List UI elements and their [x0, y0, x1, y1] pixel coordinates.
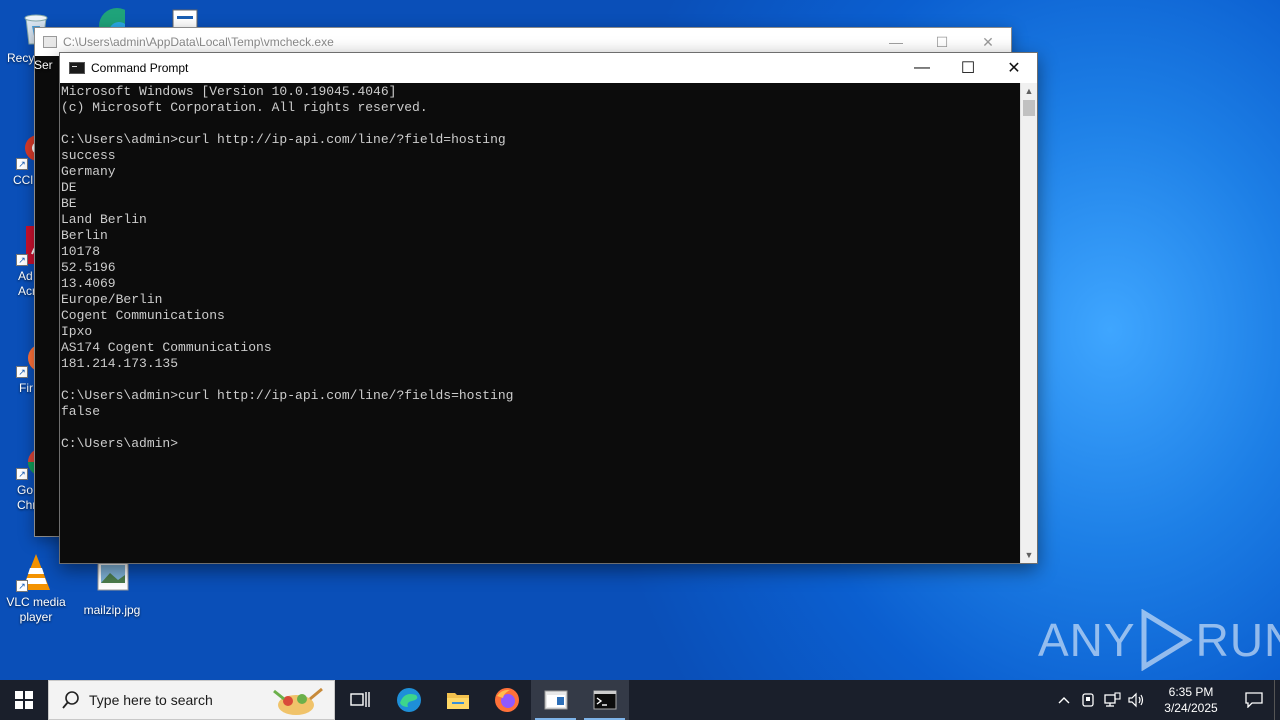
scroll-up-icon[interactable]: ▲	[1021, 83, 1037, 99]
command-prompt-title: Command Prompt	[91, 61, 189, 75]
file-explorer-icon	[446, 693, 469, 709]
console-line: C:\Users\admin>curl http://ip-api.com/li…	[61, 132, 506, 147]
maximize-button[interactable]: ☐	[945, 53, 991, 83]
volume-icon	[1128, 692, 1144, 708]
taskbar-clock[interactable]: 6:35 PM 3/24/2025	[1154, 684, 1228, 716]
clock-time: 6:35 PM	[1168, 685, 1214, 699]
console-line: false	[61, 404, 101, 419]
console-line: Europe/Berlin	[61, 292, 163, 307]
chevron-up-icon	[1058, 697, 1070, 704]
vmcheck-console-body	[35, 56, 61, 536]
taskbar: Type here to search 6:35 PM 3/24/2025	[0, 680, 1280, 720]
tray-network-button[interactable]	[1100, 680, 1124, 720]
show-desktop-button[interactable]	[1274, 680, 1280, 720]
console-line: Cogent Communications	[61, 308, 225, 323]
command-prompt-window[interactable]: Command Prompt — ☐ ✕ Microsoft Windows […	[59, 52, 1038, 564]
watermark-right-text: RUN	[1195, 614, 1280, 666]
console-line: Microsoft Windows [Version 10.0.19045.40…	[61, 84, 397, 99]
console-output[interactable]: Microsoft Windows [Version 10.0.19045.40…	[60, 83, 1020, 563]
shortcut-arrow-icon: ↗	[16, 468, 28, 480]
task-view-button[interactable]	[335, 680, 384, 720]
console-line: success	[61, 148, 116, 163]
clock-date: 3/24/2025	[1164, 701, 1218, 715]
system-tray: 6:35 PM 3/24/2025	[1052, 680, 1280, 720]
console-line: DE	[61, 180, 77, 195]
anyrun-watermark: ANY RUN	[1038, 605, 1280, 675]
search-placeholder: Type here to search	[89, 692, 213, 708]
search-icon	[62, 691, 79, 709]
play-logo-icon	[1141, 609, 1193, 671]
command-prompt-titlebar[interactable]: Command Prompt — ☐ ✕	[60, 53, 1037, 83]
taskbar-file-explorer[interactable]	[433, 680, 482, 720]
task-view-icon	[349, 692, 370, 707]
console-line: Berlin	[61, 228, 108, 243]
console-line: 52.5196	[61, 260, 116, 275]
console-line: 181.214.173.135	[61, 356, 179, 371]
scroll-down-icon[interactable]: ▼	[1021, 547, 1037, 563]
show-hidden-icons-button[interactable]	[1052, 680, 1076, 720]
cmd-icon	[593, 690, 616, 710]
taskbar-vmcheck[interactable]	[531, 680, 580, 720]
console-line: (c) Microsoft Corporation. All rights re…	[61, 100, 428, 115]
vmcheck-window-title: C:\Users\admin\AppData\Local\Temp\vmchec…	[63, 35, 334, 49]
shortcut-arrow-icon: ↗	[16, 366, 28, 378]
edge-icon	[396, 688, 421, 712]
console-line: Germany	[61, 164, 116, 179]
taskbar-search-box[interactable]: Type here to search	[48, 680, 335, 720]
console-line: Land Berlin	[61, 212, 147, 227]
image-file-icon	[92, 560, 132, 600]
shortcut-arrow-icon: ↗	[16, 580, 28, 592]
network-icon	[1104, 692, 1121, 707]
desktop-icon-label: VLC media player	[6, 595, 66, 624]
desktop-icon-label: mailzip.jpg	[83, 603, 141, 617]
minimize-button[interactable]: —	[899, 53, 945, 83]
vlc-icon: ↗	[16, 552, 56, 592]
windows-logo-icon	[15, 691, 33, 709]
desktop-icon-mailzip[interactable]: mailzip.jpg	[80, 560, 144, 618]
tray-volume-button[interactable]	[1124, 680, 1148, 720]
scroll-thumb[interactable]	[1023, 100, 1035, 116]
action-center-button[interactable]	[1234, 680, 1274, 720]
shortcut-arrow-icon: ↗	[16, 158, 28, 170]
console-line: 10178	[61, 244, 101, 259]
search-highlight-doodle-icon	[273, 687, 323, 715]
notification-icon	[1245, 692, 1263, 708]
cmd-app-icon	[69, 62, 85, 74]
console-line: BE	[61, 196, 77, 211]
desktop-partial-label: Ser	[34, 58, 53, 72]
tray-device-icon-button[interactable]	[1076, 680, 1100, 720]
vmcheck-icon	[544, 690, 567, 710]
console-line: AS174 Cogent Communications	[61, 340, 272, 355]
console-line: C:\Users\admin>curl http://ip-api.com/li…	[61, 388, 514, 403]
start-button[interactable]	[0, 680, 48, 720]
firefox-icon	[494, 688, 519, 712]
shortcut-arrow-icon: ↗	[16, 254, 28, 266]
console-app-icon	[43, 36, 57, 48]
taskbar-cmd[interactable]	[580, 680, 629, 720]
taskbar-edge[interactable]	[384, 680, 433, 720]
console-line: C:\Users\admin>	[61, 436, 179, 451]
console-line: Ipxo	[61, 324, 93, 339]
close-button[interactable]: ✕	[991, 53, 1037, 83]
console-line: 13.4069	[61, 276, 116, 291]
watermark-left-text: ANY	[1038, 614, 1136, 666]
vertical-scrollbar[interactable]: ▲ ▼	[1020, 83, 1037, 563]
taskbar-firefox[interactable]	[482, 680, 531, 720]
removable-device-icon	[1082, 693, 1094, 707]
